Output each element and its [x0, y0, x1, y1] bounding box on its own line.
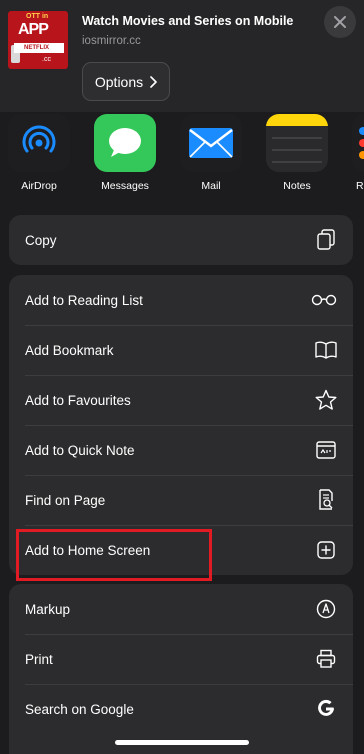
printer-icon: [315, 648, 337, 670]
action-label: Add to Favourites: [25, 392, 131, 408]
thumbnail-text-1: OTT in: [26, 13, 49, 20]
app-label: R: [356, 180, 364, 192]
highlight-annotation: [16, 529, 212, 581]
page-url: iosmirror.cc: [82, 35, 141, 47]
action-label: Find on Page: [25, 492, 106, 508]
action-label: Add to Reading List: [25, 292, 143, 308]
close-button[interactable]: [324, 6, 356, 38]
share-sheet-header: OTT in APP NETFLIX .cc Watch Movies and …: [0, 0, 364, 112]
quick-note-icon: [315, 439, 337, 461]
action-search-on-google[interactable]: Search on Google: [9, 684, 353, 734]
find-on-page-icon: [315, 489, 337, 511]
app-label: Messages: [101, 180, 149, 192]
action-add-to-reading-list[interactable]: Add to Reading List: [9, 275, 353, 325]
action-add-to-quick-note[interactable]: Add to Quick Note: [9, 425, 353, 475]
app-mail[interactable]: Mail: [180, 114, 242, 192]
messages-icon: [94, 114, 156, 172]
close-icon: [334, 16, 346, 28]
action-label: Print: [25, 651, 53, 667]
app-label: Mail: [201, 180, 221, 192]
app-share-row: AirDrop Messages Mail Notes R: [0, 112, 364, 198]
thumbnail-text-3: NETFLIX: [14, 43, 64, 53]
thumbnail-text-2: APP: [18, 21, 49, 38]
action-print[interactable]: Print: [9, 634, 353, 684]
thumbnail-text-4: .cc: [42, 56, 51, 63]
action-copy[interactable]: Copy: [9, 215, 353, 265]
book-icon: [315, 339, 337, 361]
add-square-icon: [315, 539, 337, 561]
glasses-icon: [311, 289, 337, 311]
mail-icon: [180, 114, 242, 172]
home-indicator[interactable]: [115, 740, 249, 745]
app-label: Notes: [283, 180, 311, 192]
app-airdrop[interactable]: AirDrop: [8, 114, 70, 192]
google-icon: [315, 698, 337, 720]
action-markup[interactable]: Markup: [9, 584, 353, 634]
action-add-bookmark[interactable]: Add Bookmark: [9, 325, 353, 375]
action-label: Add to Quick Note: [25, 442, 135, 458]
app-messages[interactable]: Messages: [94, 114, 156, 192]
options-button[interactable]: Options: [82, 62, 170, 101]
action-label: Add Bookmark: [25, 342, 114, 358]
airdrop-icon: [8, 114, 70, 172]
app-label: AirDrop: [21, 180, 57, 192]
action-label: Copy: [25, 232, 57, 248]
options-label: Options: [94, 73, 144, 90]
page-title: Watch Movies and Series on Mobile: [82, 14, 294, 28]
action-add-to-favourites[interactable]: Add to Favourites: [9, 375, 353, 425]
site-thumbnail: OTT in APP NETFLIX .cc: [8, 11, 68, 69]
copy-icon: [315, 229, 337, 251]
action-label: Markup: [25, 601, 71, 617]
star-icon: [315, 389, 337, 411]
action-find-on-page[interactable]: Find on Page: [9, 475, 353, 525]
action-label: Search on Google: [25, 701, 134, 717]
app-notes[interactable]: Notes: [266, 114, 328, 192]
reminders-icon: [352, 114, 364, 172]
markup-icon: [315, 598, 337, 620]
chevron-right-icon: [150, 75, 157, 88]
action-group-copy: Copy: [9, 215, 353, 265]
notes-icon: [266, 114, 328, 172]
action-group-more: Markup Print Search on Google: [9, 584, 353, 754]
app-reminders[interactable]: R: [352, 114, 364, 192]
